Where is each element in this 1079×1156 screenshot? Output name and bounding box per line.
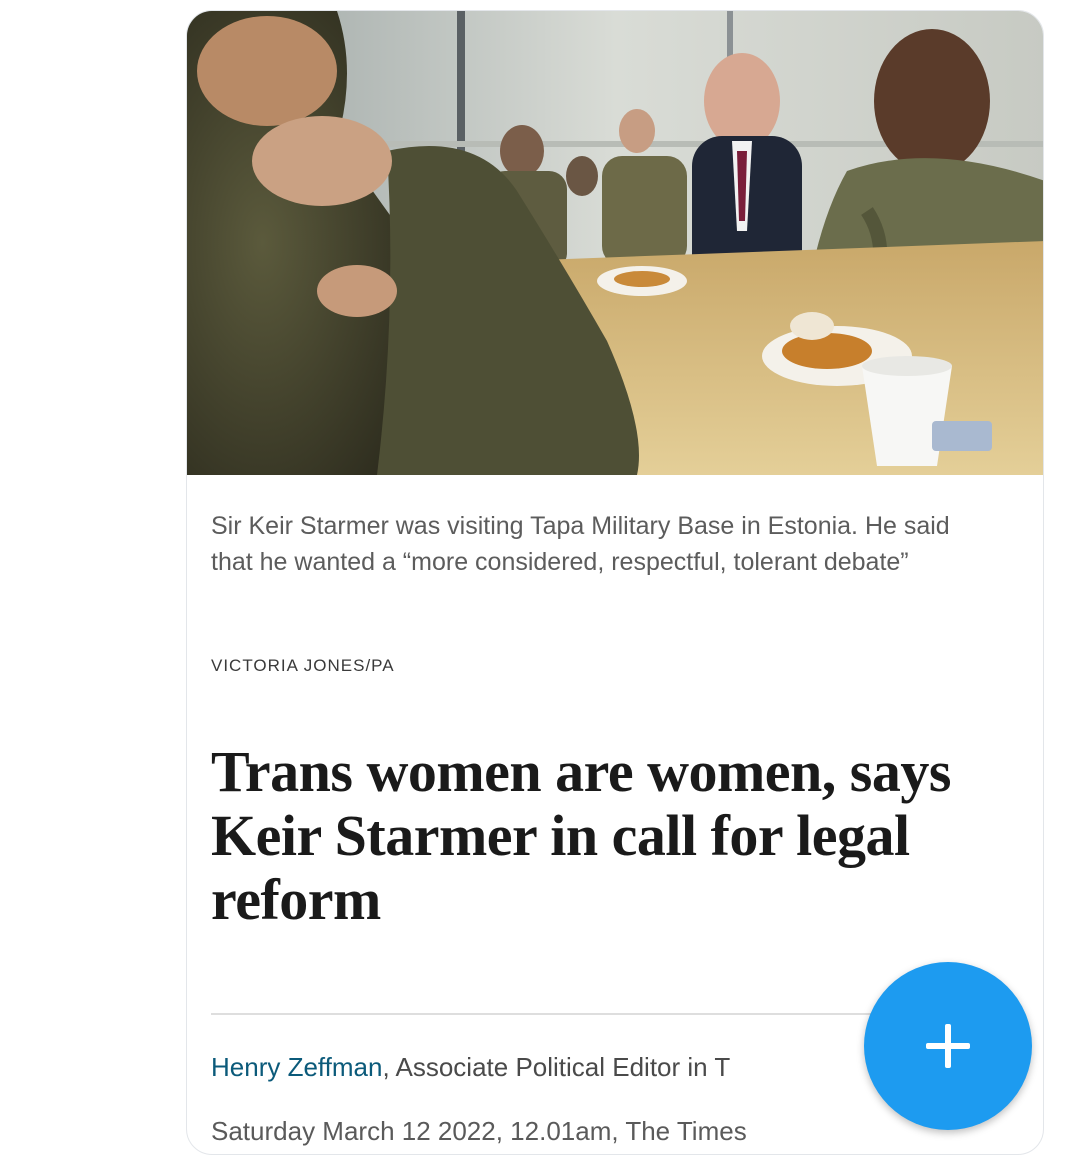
compose-button[interactable] bbox=[864, 962, 1032, 1130]
article-headline: Trans women are women, says Keir Starmer… bbox=[211, 739, 951, 932]
photo-caption: Sir Keir Starmer was visiting Tapa Milit… bbox=[211, 512, 950, 576]
article-photo bbox=[187, 11, 1043, 475]
divider bbox=[211, 1013, 911, 1015]
author-role: , Associate Political Editor in T bbox=[382, 1052, 731, 1082]
author-link[interactable]: Henry Zeffman bbox=[211, 1052, 382, 1082]
byline: Henry Zeffman, Associate Political Edito… bbox=[211, 1049, 861, 1085]
dateline: Saturday March 12 2022, 12.01am, The Tim… bbox=[211, 1116, 747, 1146]
plus-icon bbox=[922, 1020, 974, 1072]
photo-credit: VICTORIA JONES/PA bbox=[211, 656, 395, 675]
